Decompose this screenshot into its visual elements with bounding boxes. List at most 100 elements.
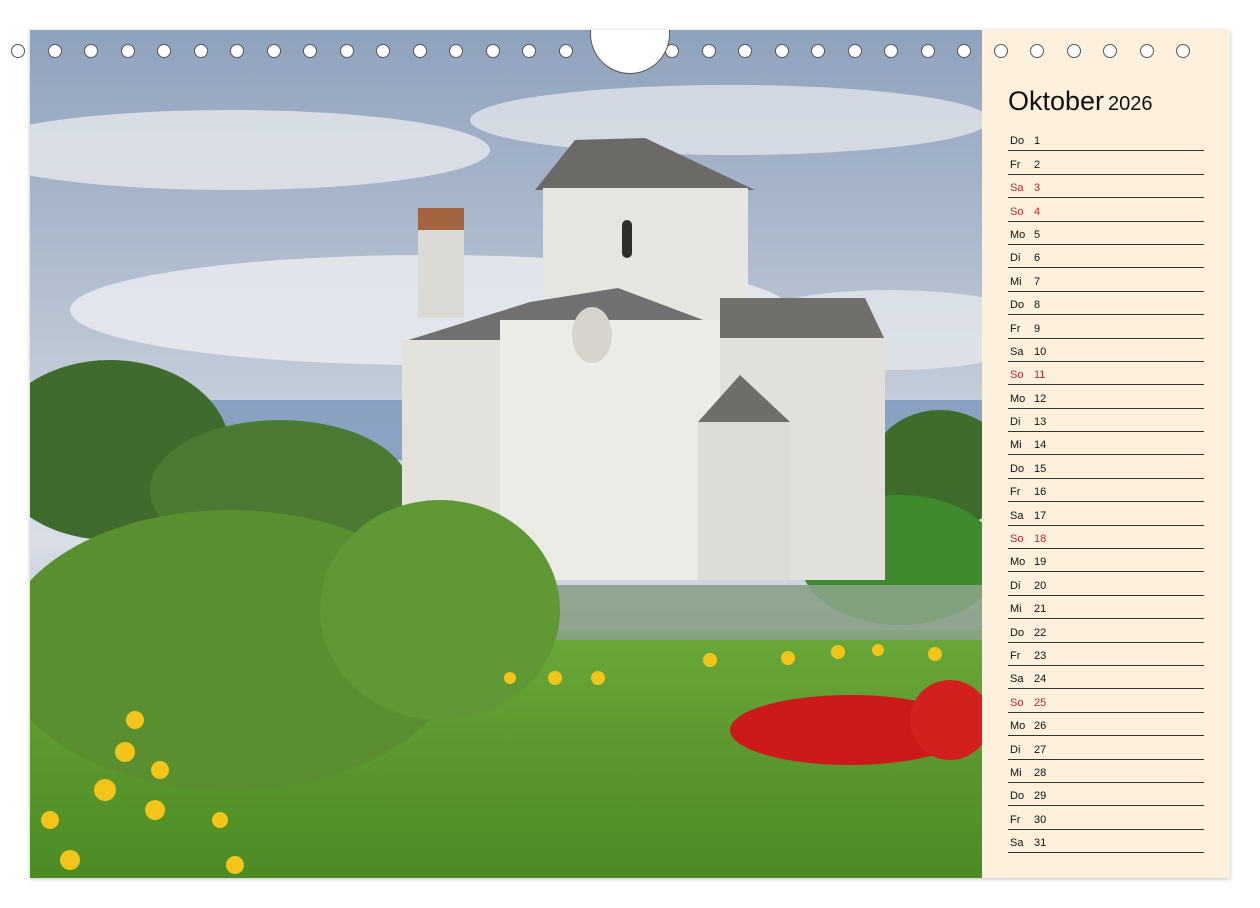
weekday-label: Do <box>1010 462 1025 475</box>
day-row: Di 13 <box>1008 409 1204 433</box>
weekday-label: Mo <box>1010 228 1026 241</box>
calendar-page: Oktober 2026 Do 1 Fr 2 Sa 3 So 4 Mo 5 Di 6 Mi 7 Do 8 Fr 9 S… <box>30 30 1230 878</box>
day-row: Fr 9 <box>1008 315 1204 339</box>
day-number: 15 <box>1034 462 1047 475</box>
day-number: 12 <box>1034 392 1047 405</box>
day-number: 14 <box>1034 439 1047 452</box>
day-row: Mo 19 <box>1008 549 1204 573</box>
day-number: 6 <box>1034 252 1041 265</box>
day-number: 11 <box>1034 369 1046 382</box>
weekday-label: Do <box>1010 790 1025 803</box>
day-number: 20 <box>1034 579 1047 592</box>
day-number: 25 <box>1034 696 1047 709</box>
weekday-label: Di <box>1010 743 1021 756</box>
day-number: 24 <box>1034 673 1047 686</box>
weekday-label: Di <box>1010 416 1021 429</box>
day-number: 27 <box>1034 743 1047 756</box>
church-photo-illustration <box>30 30 982 878</box>
day-number: 16 <box>1034 486 1047 499</box>
binding-ring <box>884 44 898 58</box>
day-row: Do 22 <box>1008 619 1204 643</box>
day-row: Fr 30 <box>1008 806 1204 830</box>
church-photo <box>30 30 982 878</box>
weekday-label: Fr <box>1010 486 1021 499</box>
day-row: Fr 16 <box>1008 479 1204 503</box>
day-number: 30 <box>1034 813 1047 826</box>
weekday-label: Do <box>1010 299 1025 312</box>
binding-ring <box>1103 44 1117 58</box>
day-row: Sa 24 <box>1008 666 1204 690</box>
day-number: 3 <box>1034 182 1041 195</box>
weekday-label: So <box>1010 205 1024 218</box>
weekday-label: Di <box>1010 579 1021 592</box>
day-row: Mi 14 <box>1008 432 1204 456</box>
day-list: Do 1 Fr 2 Sa 3 So 4 Mo 5 Di 6 Mi 7 Do 8 Fr 9 Sa 10 So 11 Mo 12 D… <box>1008 128 1204 854</box>
day-number: 23 <box>1034 649 1047 662</box>
binding-ring <box>701 44 716 58</box>
binding-ring <box>847 44 862 58</box>
weekday-label: So <box>1010 533 1024 546</box>
binding-ring <box>811 44 825 58</box>
day-number: 8 <box>1034 299 1041 312</box>
weekday-label: Mi <box>1010 766 1022 779</box>
day-number: 4 <box>1034 205 1041 218</box>
day-number: 9 <box>1034 322 1041 335</box>
binding-ring <box>449 44 463 58</box>
weekday-label: Fr <box>1010 322 1021 335</box>
weekday-label: Mo <box>1010 556 1026 569</box>
binding-ring <box>1030 44 1044 58</box>
weekday-label: Mo <box>1010 392 1026 405</box>
day-row: Fr 23 <box>1008 643 1204 666</box>
month-year: 2026 <box>1108 93 1153 115</box>
day-row: Do 29 <box>1008 783 1204 807</box>
binding-ring <box>558 44 573 58</box>
weekday-label: Fr <box>1010 649 1021 662</box>
binding-ring <box>376 44 390 58</box>
binding-ring <box>1176 44 1190 58</box>
day-row: Sa 17 <box>1008 502 1204 526</box>
binding-ring <box>193 44 208 58</box>
day-number: 22 <box>1034 626 1047 639</box>
day-row: Di 6 <box>1008 245 1204 269</box>
day-row: So 4 <box>1008 198 1204 222</box>
day-row: Mi 28 <box>1008 760 1204 783</box>
binding-ring <box>1139 44 1154 58</box>
day-number: 19 <box>1034 556 1047 569</box>
binding-ring <box>412 44 427 58</box>
day-row: So 25 <box>1008 689 1204 713</box>
day-row: Mo 26 <box>1008 713 1204 737</box>
day-row: So 11 <box>1008 362 1204 386</box>
day-number: 1 <box>1034 135 1041 148</box>
weekday-label: Di <box>1010 252 1021 265</box>
day-row: Mi 7 <box>1008 268 1204 292</box>
weekday-label: Sa <box>1010 345 1024 358</box>
weekday-label: Mi <box>1010 275 1022 288</box>
day-number: 5 <box>1034 228 1041 241</box>
day-row: Sa 3 <box>1008 175 1204 199</box>
binding-ring <box>266 44 281 58</box>
binding-ring <box>957 44 971 58</box>
day-row: Do 8 <box>1008 292 1204 316</box>
binding-ring <box>485 44 500 58</box>
binding-ring <box>1066 44 1081 58</box>
weekday-label: Sa <box>1010 837 1024 850</box>
day-number: 10 <box>1034 345 1047 358</box>
day-number: 21 <box>1034 603 1047 616</box>
day-row: Mo 5 <box>1008 222 1204 245</box>
weekday-label: Fr <box>1010 158 1021 171</box>
binding-ring <box>774 44 789 58</box>
day-number: 26 <box>1034 720 1047 733</box>
weekday-label: So <box>1010 369 1024 382</box>
day-row: Sa 31 <box>1008 830 1204 854</box>
day-row: So 18 <box>1008 526 1204 550</box>
month-name: Oktober <box>1008 86 1105 116</box>
month-title: Oktober 2026 <box>1008 86 1153 117</box>
binding-ring <box>920 44 935 58</box>
day-number: 29 <box>1034 790 1047 803</box>
binding-ring <box>303 44 317 58</box>
weekday-label: Fr <box>1010 813 1021 826</box>
day-number: 7 <box>1034 275 1041 288</box>
day-row: Mo 12 <box>1008 385 1204 409</box>
binding-ring <box>120 44 135 58</box>
weekday-label: Do <box>1010 626 1025 639</box>
